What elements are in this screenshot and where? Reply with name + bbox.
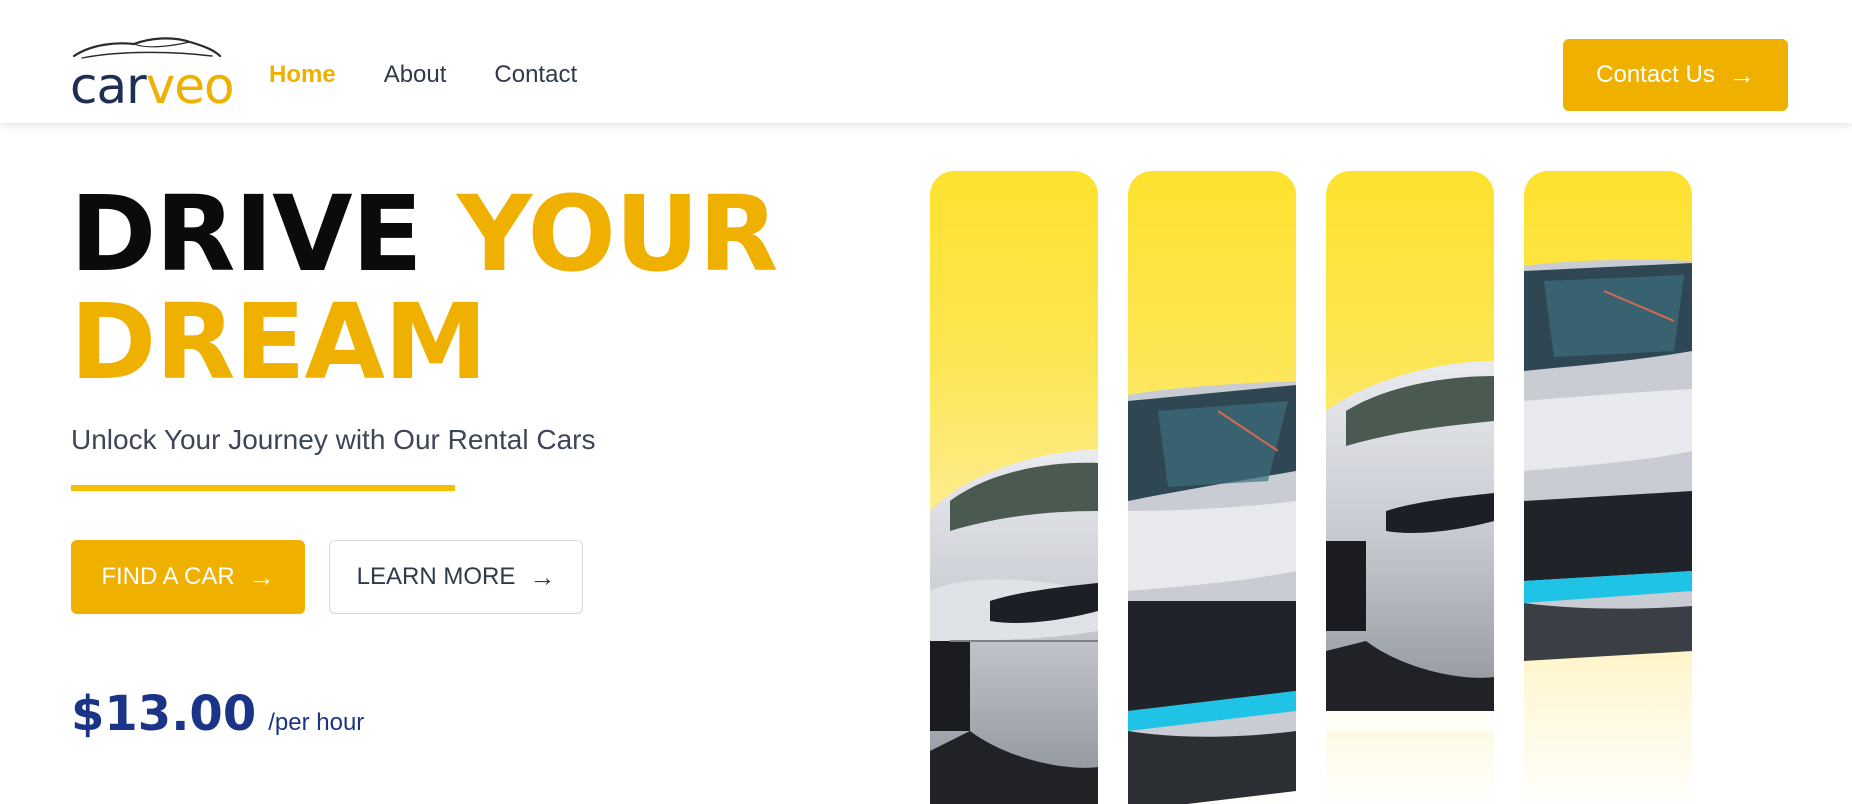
- contact-us-label: Contact Us: [1596, 61, 1715, 88]
- car-image-strip-1: [930, 171, 1098, 804]
- silver-sports-car-front-left: [930, 449, 1098, 804]
- brand-wordmark: carveo: [70, 56, 235, 116]
- car-image-strip-2: [1128, 171, 1296, 804]
- hero-subtitle: Unlock Your Journey with Our Rental Cars: [71, 424, 596, 455]
- brand-wordmark-veo: veo: [145, 57, 235, 115]
- hourly-price: $13.00 /per hour: [71, 686, 364, 742]
- find-a-car-button[interactable]: FIND A CAR →: [71, 540, 305, 614]
- arrow-right-icon: →: [248, 562, 275, 592]
- headline-dream: DREAM: [70, 281, 487, 403]
- main-nav: Home About Contact: [269, 60, 577, 90]
- arrow-right-icon: →: [529, 562, 556, 592]
- price-unit: /per hour: [268, 709, 365, 736]
- nav-home[interactable]: Home: [269, 60, 336, 90]
- brand-logo[interactable]: carveo: [70, 34, 235, 115]
- hero-headline: DRIVE YOUR DREAM: [70, 180, 778, 396]
- contact-us-button[interactable]: Contact Us →: [1563, 39, 1788, 111]
- brand-wordmark-car: car: [70, 57, 147, 115]
- silver-sports-car-front-left: [1326, 361, 1494, 731]
- car-image-strip-4: [1524, 171, 1692, 804]
- arrow-right-icon: →: [1728, 60, 1755, 90]
- learn-more-button[interactable]: LEARN MORE →: [329, 540, 583, 614]
- learn-more-label: LEARN MORE: [356, 563, 516, 590]
- headline-your: YOUR: [456, 173, 779, 295]
- site-header: carveo Home About Contact Contact Us →: [0, 0, 1852, 123]
- find-a-car-label: FIND A CAR: [101, 563, 235, 590]
- silver-supercar-front-blue-accent: [1128, 381, 1296, 804]
- subtitle-underline-divider: [71, 485, 455, 491]
- nav-contact[interactable]: Contact: [494, 60, 577, 90]
- car-image-strip-3: [1326, 171, 1494, 804]
- nav-about[interactable]: About: [384, 60, 447, 90]
- price-amount: $13.00: [71, 686, 257, 742]
- headline-drive: DRIVE: [70, 173, 423, 295]
- silver-supercar-front-blue-accent: [1524, 259, 1692, 661]
